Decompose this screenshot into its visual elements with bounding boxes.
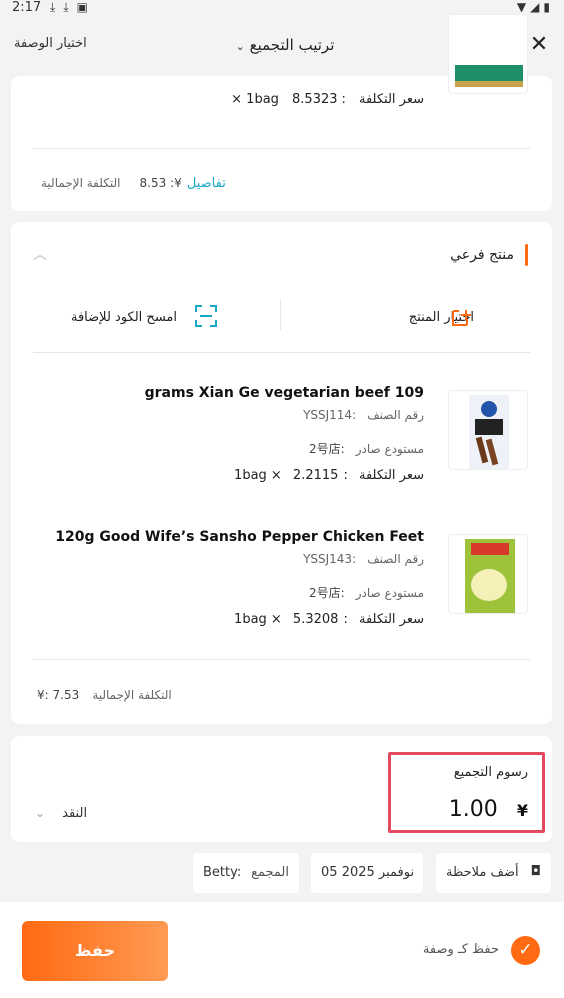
page-title: ترتيب التجميع xyxy=(249,36,335,54)
cost-row: سعر التكلفة :8.5323 1bag × xyxy=(104,88,424,107)
scan-code-label: امسح الكود للإضافة xyxy=(71,310,177,325)
warehouse-value: 2号店: xyxy=(308,442,345,456)
status-right-icons: ▼◢▮ xyxy=(517,0,554,14)
cost-value: 2.2115 xyxy=(292,468,339,483)
bottom-bar: حفظ حفظ كـ وصفة ✓ xyxy=(0,902,564,998)
cost-separator: : xyxy=(343,612,348,627)
wifi-icon: ▼ xyxy=(516,0,531,14)
product-image xyxy=(448,534,528,614)
qty-value: 1bag × xyxy=(234,612,282,627)
save-as-recipe-label[interactable]: حفظ كـ وصفة xyxy=(423,942,499,957)
sku-value: YSSJ143: xyxy=(303,552,357,566)
cost-separator: : xyxy=(343,468,348,483)
total-row: ¥: 7.53 التكلفة الإجمالية xyxy=(37,684,172,703)
qty-value: 1bag × xyxy=(234,468,282,483)
warehouse-label: مستودع صادر xyxy=(355,586,424,600)
note-label: أضف ملاحظة xyxy=(446,865,519,880)
product-image xyxy=(448,14,528,94)
fee-currency: ¥ xyxy=(516,801,528,820)
save-button[interactable]: حفظ xyxy=(22,921,168,981)
scan-code-button[interactable]: امسح الكود للإضافة xyxy=(71,306,177,325)
status-left-icons: ⤓⤓▣ xyxy=(50,0,96,15)
payment-method-dropdown[interactable]: ⌄ النقد xyxy=(35,802,87,821)
cost-label: سعر التكلفة xyxy=(359,92,424,107)
status-time: 2:17 xyxy=(12,0,42,15)
cost-label: سعر التكلفة xyxy=(359,612,424,627)
total-label: التكلفة الإجمالية xyxy=(41,176,121,190)
assembler-value: Betty: xyxy=(203,865,242,880)
fee-value: 1.00 xyxy=(448,797,498,822)
assembler-label: المجمع xyxy=(251,865,289,880)
action-divider xyxy=(280,300,281,330)
warehouse-row: 2号店: مستودع صادر xyxy=(309,438,424,457)
total-value: ¥: 7.53 xyxy=(37,688,80,702)
total-row: تفاصيل ¥: 8.53 التكلفة الإجمالية xyxy=(33,172,226,191)
chevron-down-icon: ⌄ xyxy=(35,806,46,820)
fee-label: رسوم التجميع xyxy=(453,765,528,780)
battery-icon: ▮ xyxy=(543,0,554,14)
signal-icon: ◢ xyxy=(530,0,544,14)
download-icon: ⤓ xyxy=(50,0,64,14)
warehouse-label: مستودع صادر xyxy=(355,442,424,456)
divider xyxy=(33,148,530,149)
total-label: التكلفة الإجمالية xyxy=(92,688,172,702)
download-icon: ⤓ xyxy=(63,0,77,14)
scan-icon[interactable] xyxy=(195,305,217,327)
fees-card: رسوم التجميع 1.00 ¥ ⌄ النقد xyxy=(11,736,552,842)
product-name: grams Xian Ge vegetarian beef 109 xyxy=(144,385,424,401)
total-value: ¥: 8.53 xyxy=(139,176,182,190)
subproduct-card: منتج فرعي ︿ اختيار المنتج امسح الكود للإ… xyxy=(11,222,552,724)
assembly-fee-box[interactable]: رسوم التجميع 1.00 ¥ xyxy=(388,752,545,833)
product-image-graphic xyxy=(465,539,515,613)
qty-value: 1bag × xyxy=(231,92,279,107)
check-icon[interactable]: ✓ xyxy=(511,936,540,965)
sku-row: YSSJ143: رقم الصنف xyxy=(303,548,424,567)
add-square-icon[interactable] xyxy=(449,305,473,329)
payment-label: النقد xyxy=(62,806,88,821)
section-title: منتج فرعي xyxy=(450,247,514,263)
product-image-graphic xyxy=(469,395,509,469)
product-image xyxy=(448,390,528,470)
section-marker xyxy=(525,244,528,266)
cost-row: 1bag × 2.2115 : سعر التكلفة xyxy=(234,464,424,483)
divider xyxy=(33,352,530,353)
date-chip[interactable]: 05 نوفمبر 2025 xyxy=(311,853,423,893)
a-icon: ▣ xyxy=(76,0,96,14)
sku-row: YSSJ114: رقم الصنف xyxy=(303,404,424,423)
add-note-button[interactable]: أضف ملاحظة ◘ xyxy=(436,853,551,893)
warehouse-value: 2号店: xyxy=(308,586,345,600)
divider xyxy=(33,659,530,660)
choose-recipe-button[interactable]: اختيار الوصفة xyxy=(14,36,87,51)
date-value: 05 نوفمبر 2025 xyxy=(321,865,415,880)
product-image-graphic xyxy=(455,65,523,87)
product-card-top: سعر التكلفة :8.5323 1bag × تفاصيل ¥: 8.5… xyxy=(11,14,552,211)
cost-value: 5.3208 xyxy=(292,612,339,627)
assembler-chip[interactable]: Betty: المجمع xyxy=(193,853,299,893)
sku-label: رقم الصنف xyxy=(367,552,424,566)
collapse-chevron-icon[interactable]: ︿ xyxy=(33,244,47,264)
chevron-down-icon: ⌄ xyxy=(235,40,245,53)
fee-value-row: 1.00 ¥ xyxy=(449,797,528,822)
sku-label: رقم الصنف xyxy=(367,408,424,422)
sku-value: YSSJ114: xyxy=(303,408,357,422)
warehouse-row: 2号店: مستودع صادر xyxy=(309,582,424,601)
cost-row: 1bag × 5.3208 : سعر التكلفة xyxy=(234,608,424,627)
cost-label: سعر التكلفة xyxy=(359,468,424,483)
product-name: 120g Good Wife’s Sansho Pepper Chicken F… xyxy=(55,529,424,545)
camera-icon: ◘ xyxy=(530,864,541,879)
cost-value: :8.5323 xyxy=(292,92,346,107)
details-link[interactable]: تفاصيل xyxy=(187,176,226,191)
